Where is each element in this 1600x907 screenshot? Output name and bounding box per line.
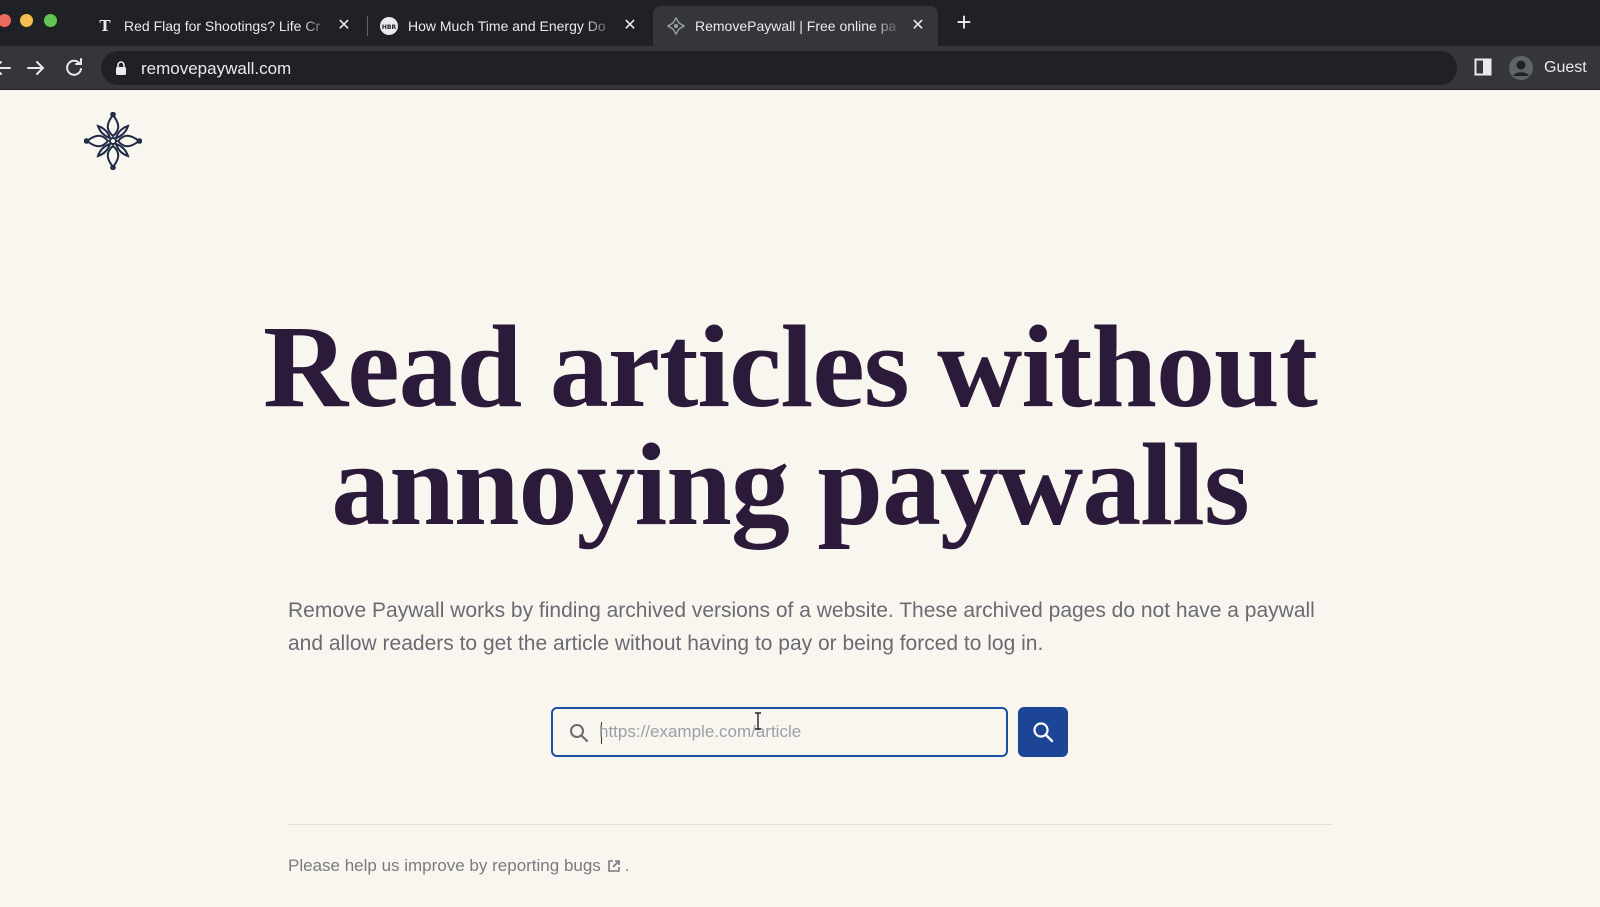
search-icon	[1033, 722, 1054, 743]
tab-title: Red Flag for Shootings? Life Cr	[124, 18, 321, 34]
lock-icon	[115, 61, 127, 75]
article-url-input[interactable]	[599, 717, 999, 747]
tab-removepaywall[interactable]: RemovePaywall | Free online pa ✕	[653, 6, 938, 46]
tab-hbr[interactable]: HBR How Much Time and Energy Do ✕	[380, 6, 650, 46]
report-bugs-link[interactable]: reporting bugs	[492, 856, 621, 876]
window-zoom-button[interactable]	[44, 14, 57, 27]
tab-title: How Much Time and Energy Do	[408, 18, 606, 34]
svg-text:HBR: HBR	[382, 24, 397, 31]
report-bugs-label: reporting bugs	[492, 856, 601, 875]
back-arrow-icon[interactable]	[0, 56, 14, 80]
search-box[interactable]	[551, 707, 1008, 757]
footer-period: .	[624, 856, 630, 875]
external-link-icon	[608, 860, 620, 872]
profile-label: Guest	[1544, 59, 1587, 76]
nyt-icon: T	[99, 17, 111, 35]
profile-button[interactable]: Guest	[1508, 52, 1587, 84]
url-text[interactable]: removepaywall.com	[141, 59, 291, 79]
tab-nyt[interactable]: T Red Flag for Shootings? Life Cr ✕	[96, 6, 364, 46]
side-panel-icon[interactable]	[1474, 58, 1492, 76]
footer-divider	[288, 824, 1332, 825]
page-headline: Read articles without annoying paywalls	[240, 308, 1340, 544]
footer-note: Please help us improve by reporting bugs…	[288, 856, 630, 876]
close-tab-icon[interactable]: ✕	[620, 16, 640, 36]
avatar-icon	[1508, 55, 1534, 81]
window-close-button[interactable]	[0, 14, 11, 27]
tab-title: RemovePaywall | Free online pa	[695, 18, 897, 34]
browser-toolbar: removepaywall.com Guest	[0, 46, 1600, 90]
tab-separator	[367, 16, 368, 36]
search-submit-button[interactable]	[1018, 707, 1068, 757]
new-tab-button[interactable]: +	[952, 9, 976, 35]
address-bar[interactable]: removepaywall.com	[101, 51, 1457, 85]
close-tab-icon[interactable]: ✕	[908, 16, 928, 36]
browser-tab-bar: T Red Flag for Shootings? Life Cr ✕ HBR …	[0, 0, 1600, 46]
search-icon	[569, 723, 589, 743]
headline-line-1: Read articles without	[263, 301, 1318, 432]
removepaywall-icon	[667, 17, 685, 35]
headline-line-2: annoying paywalls	[331, 419, 1250, 550]
page-description: Remove Paywall works by finding archived…	[288, 599, 1315, 655]
ibeam-cursor-icon	[755, 712, 761, 730]
reload-icon[interactable]	[62, 56, 86, 80]
window-minimize-button[interactable]	[20, 14, 33, 27]
hbr-icon: HBR	[380, 17, 398, 35]
close-tab-icon[interactable]: ✕	[334, 16, 354, 36]
forward-arrow-icon[interactable]	[24, 56, 48, 80]
footer-text: Please help us improve by	[288, 856, 488, 875]
removepaywall-logo[interactable]	[83, 111, 143, 171]
